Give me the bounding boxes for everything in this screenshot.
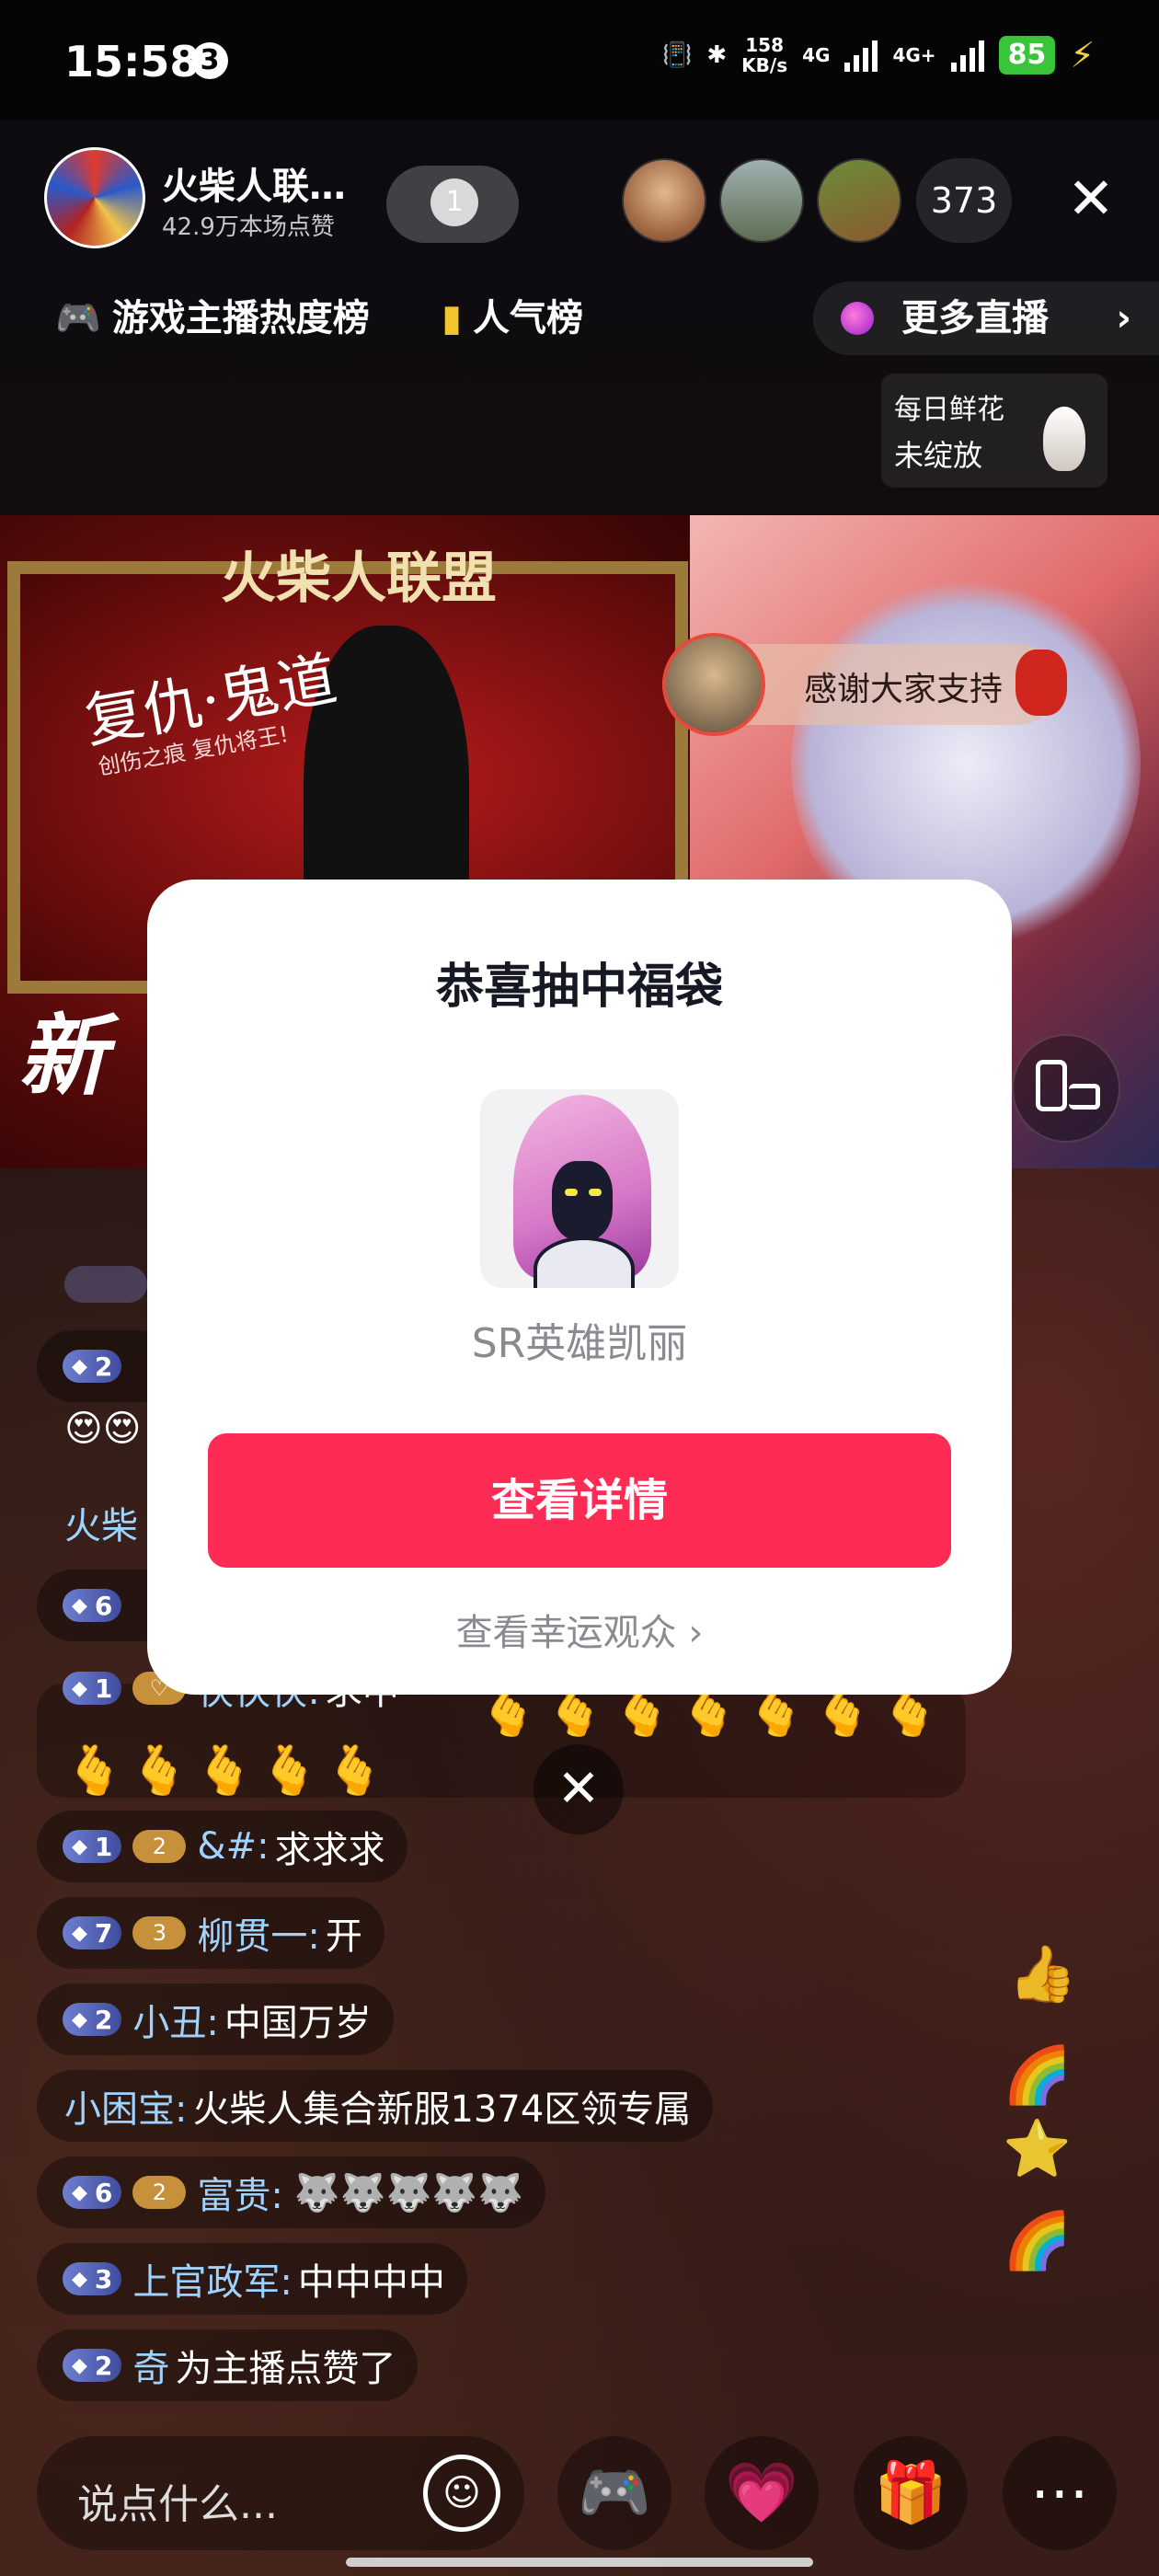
viewer-avatar[interactable]: [817, 158, 901, 243]
chat-emoji: 🫰🫰🫰🫰🫰: [64, 1743, 390, 1799]
chat-username[interactable]: 奇: [132, 2339, 169, 2392]
level-badge: ◆ 1: [63, 1830, 122, 1863]
vibrate-icon: 📳: [662, 41, 693, 69]
banner-text: 新: [18, 1005, 107, 1108]
host-avatar[interactable]: [44, 147, 145, 248]
level-badge: ◆ 6: [63, 2176, 122, 2209]
comment-placeholder: 说点什么...: [77, 2481, 278, 2528]
close-icon[interactable]: ✕: [534, 1744, 624, 1834]
bar-chart-icon: ▮: [442, 297, 463, 339]
chat-emoji: 😍😍: [64, 1408, 142, 1450]
status-bar: 15:58 3 📳 ✱ 158 KB/s 4G 4G+ 85 ⚡: [0, 0, 1159, 120]
signal-icon-2: [950, 39, 984, 72]
fan-badge: 3: [132, 1916, 187, 1949]
chevron-right-icon: ›: [1116, 297, 1131, 339]
chat-username[interactable]: &#:: [197, 1825, 269, 1868]
float-like-icon: 🌈: [1003, 2209, 1072, 2273]
level-badge: ◆ 2: [63, 1350, 122, 1383]
daily-flower-widget[interactable]: 每日鲜花 未绽放: [881, 374, 1107, 488]
modal-title: 恭喜抽中福袋: [435, 960, 723, 1015]
chat-message[interactable]: ◆ 1 2 &#: 求求求: [37, 1811, 407, 1882]
chat-message[interactable]: ◆ 3 上官政军: 中中中中: [37, 2243, 467, 2315]
float-like-icon: 🌈: [1003, 2043, 1072, 2108]
level-badge: ◆ 2: [63, 2003, 122, 2036]
status-icons: 📳 ✱ 158 KB/s 4G 4G+ 85 ⚡: [662, 35, 1095, 75]
fan-badge: 2: [132, 2176, 187, 2209]
chat-username[interactable]: 小丑:: [132, 1993, 218, 2046]
level-badge: ◆ 7: [63, 1916, 122, 1949]
gift-icon[interactable]: 🎁: [854, 2436, 968, 2550]
chat-text: 中中中中: [297, 2261, 445, 2304]
game-icon[interactable]: 🎮: [557, 2436, 671, 2550]
lucky-bag-modal: 恭喜抽中福袋 SR英雄凯丽 查看详情 查看幸运观众 ›: [147, 880, 1012, 1695]
chat-text: 中国万岁: [224, 2002, 372, 2044]
net-speed: 158 KB/s: [741, 34, 788, 76]
viewer-avatar[interactable]: [719, 158, 804, 243]
prize-image: [480, 1089, 679, 1288]
gamepad-icon: 🎮: [55, 297, 101, 339]
cat-avatar: [662, 633, 765, 736]
chat-message[interactable]: ◆ 2 小丑: 中国万岁: [37, 1984, 394, 2055]
chat-username: 火柴: [64, 1505, 138, 1547]
level-badge: ◆ 2: [63, 2349, 122, 2382]
fan-club-button[interactable]: 1: [386, 166, 519, 243]
emoji-icon[interactable]: ☺: [423, 2455, 500, 2532]
like-icon[interactable]: 💗: [705, 2436, 819, 2550]
float-like-icon: ⭐: [1003, 2117, 1072, 2181]
more-live-button[interactable]: 更多直播 ›: [813, 282, 1159, 355]
comment-input[interactable]: 说点什么... ☺: [37, 2436, 524, 2550]
chat-username[interactable]: 柳贯一:: [197, 1906, 319, 1960]
chat-message[interactable]: ◆ 6 2 富贵: 🐺🐺🐺🐺🐺: [37, 2156, 545, 2228]
host-name[interactable]: 火柴人联…: [162, 156, 346, 210]
phone-icon: [1036, 1060, 1067, 1111]
level-badge: ◆ 6: [63, 1589, 122, 1622]
home-indicator[interactable]: [346, 2558, 813, 2567]
chat-message[interactable]: ◆ 7 3 柳贯一: 开: [37, 1897, 384, 1969]
faded-level-badge: [64, 1266, 147, 1303]
chat-emoji: 🐺🐺🐺🐺🐺: [293, 2171, 523, 2214]
chat-text: 开: [325, 1915, 362, 1958]
network-label-2: 4G+: [892, 44, 936, 66]
charging-icon: ⚡: [1070, 35, 1095, 75]
signal-icon: [844, 39, 878, 72]
game-title: 火柴人联盟: [221, 546, 497, 611]
level-badge: ◆ 3: [63, 2262, 122, 2295]
host-likes: 42.9万本场点赞: [162, 213, 335, 241]
lucky-audience-link[interactable]: 查看幸运观众 ›: [147, 1603, 1012, 1656]
planet-icon: [841, 302, 874, 335]
chat-username[interactable]: 富贵:: [197, 2166, 282, 2219]
thumbs-up-icon: 👍: [1008, 1942, 1077, 2007]
popularity-rank-button[interactable]: ▮ 人气榜: [442, 283, 583, 353]
level-badge: ◆ 1: [63, 1672, 122, 1705]
thanks-banner: 感谢大家支持: [662, 633, 1067, 736]
rotate-screen-button[interactable]: [1012, 1034, 1120, 1143]
battery-indicator: 85: [998, 36, 1056, 75]
fan-badge: 2: [132, 1830, 187, 1863]
vase-icon: [1043, 407, 1085, 471]
bluetooth-icon: ✱: [706, 41, 728, 69]
viewer-avatar[interactable]: [622, 158, 706, 243]
viewer-count[interactable]: 373: [916, 158, 1012, 243]
notification-badge: 3: [191, 42, 228, 79]
view-details-button[interactable]: 查看详情: [208, 1433, 951, 1568]
chat-text: 为主播点赞了: [175, 2348, 396, 2390]
chat-message[interactable]: ◆ 2 奇 为主播点赞了: [37, 2329, 419, 2401]
prize-name: SR英雄凯丽: [471, 1320, 688, 1367]
network-label-1: 4G: [802, 44, 831, 66]
more-icon[interactable]: ⋯: [1003, 2436, 1117, 2550]
chat-message[interactable]: 小困宝: 火柴人集合新服1374区领专属: [37, 2070, 714, 2142]
lantern-icon: [1016, 650, 1067, 716]
clock: 15:58: [64, 37, 200, 86]
fan-level-heart-icon: 1: [430, 178, 478, 226]
game-rank-button[interactable]: 🎮 游戏主播热度榜: [55, 283, 370, 353]
chat-username[interactable]: 小困宝:: [64, 2079, 187, 2133]
chat-text: 求求求: [274, 1829, 385, 1871]
chat-username[interactable]: 上官政军:: [132, 2252, 292, 2306]
close-icon[interactable]: ✕: [1058, 166, 1124, 232]
chat-text: 火柴人集合新服1374区领专属: [192, 2088, 692, 2131]
